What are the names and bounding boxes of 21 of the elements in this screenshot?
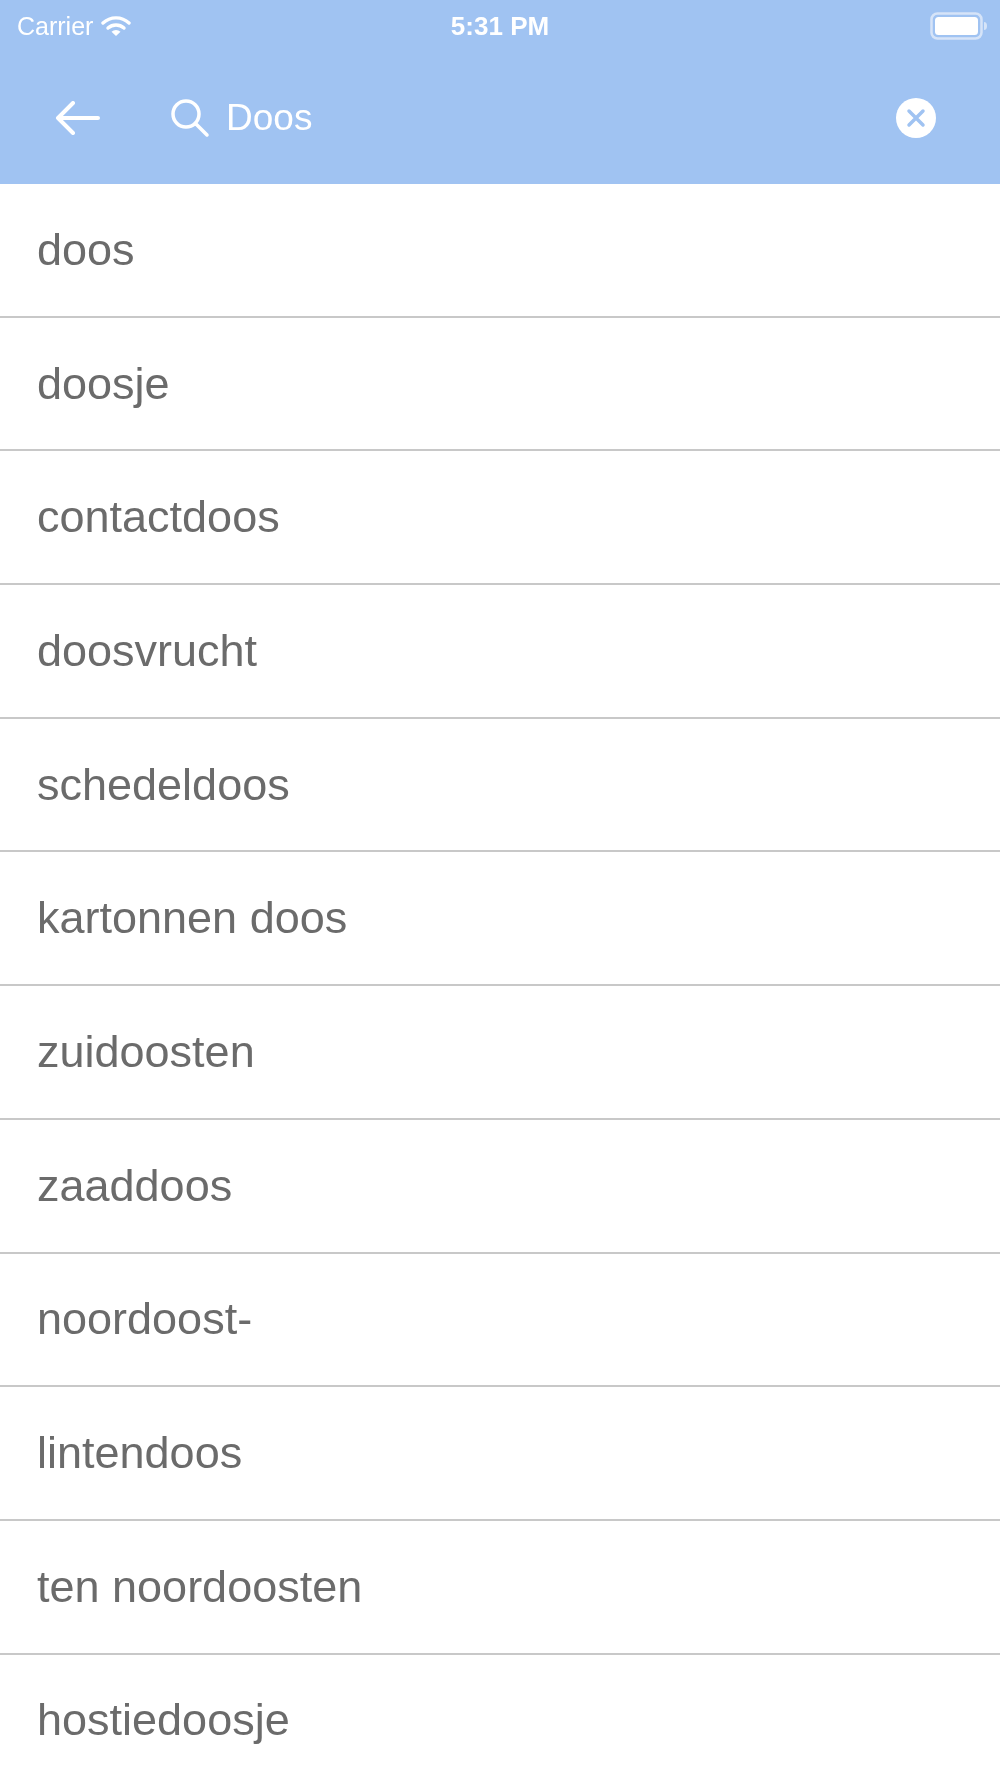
back-button[interactable] <box>54 101 100 135</box>
carrier-label: Carrier <box>17 11 94 41</box>
result-item[interactable]: doos <box>0 184 1000 318</box>
result-item[interactable]: schedeldoos <box>0 718 1000 853</box>
result-item[interactable]: hostiedoosje <box>0 1654 1000 1778</box>
result-item[interactable]: zaaddoos <box>0 1119 1000 1254</box>
wifi-icon <box>101 15 132 37</box>
result-item[interactable]: doosvrucht <box>0 585 1000 719</box>
clock-time: 5:31 PM <box>450 10 550 42</box>
result-item[interactable]: kartonnen doos <box>0 852 1000 987</box>
result-item[interactable]: lintendoos <box>0 1387 1000 1521</box>
clear-icon <box>896 98 936 138</box>
battery-icon <box>930 12 988 40</box>
back-arrow-icon <box>54 101 100 135</box>
search-icon <box>170 98 210 138</box>
result-item[interactable]: doosje <box>0 317 1000 452</box>
result-item[interactable]: ten noordoosten <box>0 1520 1000 1655</box>
clear-button[interactable] <box>896 98 936 138</box>
result-item[interactable]: noordoost- <box>0 1253 1000 1388</box>
result-item[interactable]: contactdoos <box>0 451 1000 586</box>
result-item[interactable]: zuidoosten <box>0 986 1000 1120</box>
